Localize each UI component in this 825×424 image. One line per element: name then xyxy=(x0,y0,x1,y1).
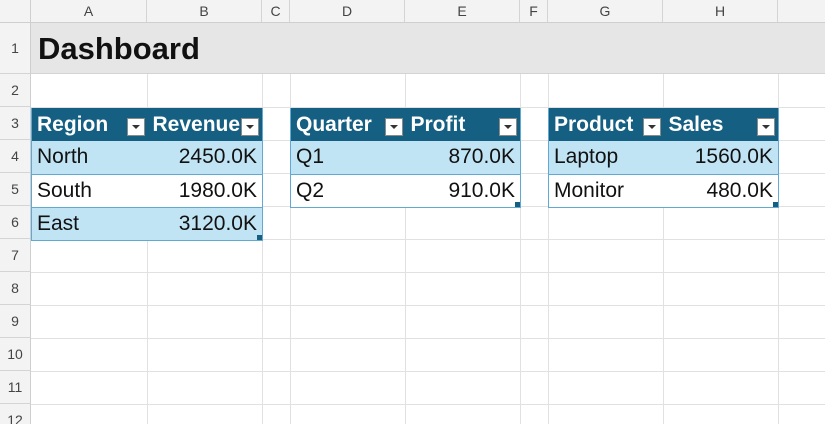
table-row: East 3120.0K xyxy=(31,207,263,241)
table-cell[interactable]: 3120.0K xyxy=(147,207,263,241)
column-header-a[interactable]: A xyxy=(31,0,147,23)
table-cell[interactable]: Laptop xyxy=(548,141,664,175)
row-header-2[interactable]: 2 xyxy=(0,74,31,107)
table-cell[interactable]: 480.0K xyxy=(663,174,779,208)
table-cell[interactable]: Monitor xyxy=(548,174,664,208)
filter-dropdown-button[interactable] xyxy=(241,118,259,136)
column-header-g[interactable]: G xyxy=(548,0,663,23)
quarter-profit-table: Quarter Profit Q1 870.0K Q2 910.0K xyxy=(290,108,521,208)
table-header-row: Quarter Profit xyxy=(290,108,521,141)
chevron-down-icon xyxy=(389,125,398,129)
table-cell[interactable]: 1980.0K xyxy=(147,174,263,208)
row-header-1[interactable]: 1 xyxy=(0,23,31,74)
header-profit[interactable]: Profit xyxy=(405,108,521,141)
table-row: Laptop 1560.0K xyxy=(548,141,779,175)
gridline xyxy=(31,404,825,405)
gridline xyxy=(31,338,825,339)
column-header-h[interactable]: H xyxy=(663,0,778,23)
header-region[interactable]: Region xyxy=(31,108,148,141)
header-quarter[interactable]: Quarter xyxy=(290,108,406,141)
table-row: Q1 870.0K xyxy=(290,141,521,175)
chevron-down-icon xyxy=(647,125,656,129)
table-row: Monitor 480.0K xyxy=(548,174,779,208)
column-header-b[interactable]: B xyxy=(147,0,262,23)
chevron-down-icon xyxy=(131,125,140,129)
row-header-6[interactable]: 6 xyxy=(0,206,31,239)
table-row: South 1980.0K xyxy=(31,174,263,208)
gridline xyxy=(31,305,825,306)
row-header-8[interactable]: 8 xyxy=(0,272,31,305)
table-resize-handle[interactable] xyxy=(515,202,520,207)
row-header-3[interactable]: 3 xyxy=(0,107,31,140)
row-header-11[interactable]: 11 xyxy=(0,371,31,404)
table-row: Q2 910.0K xyxy=(290,174,521,208)
table-cell[interactable]: 870.0K xyxy=(405,141,521,175)
filter-dropdown-button[interactable] xyxy=(384,118,403,136)
product-sales-table: Product Sales Laptop 1560.0K Monitor 480… xyxy=(548,108,779,208)
table-cell[interactable]: South xyxy=(31,174,148,208)
filter-dropdown-button[interactable] xyxy=(499,118,517,136)
row-header-9[interactable]: 9 xyxy=(0,305,31,338)
header-revenue[interactable]: Revenue xyxy=(147,108,263,141)
chevron-down-icon xyxy=(246,125,254,129)
table-header-row: Product Sales xyxy=(548,108,779,141)
filter-dropdown-button[interactable] xyxy=(642,118,661,136)
filter-dropdown-button[interactable] xyxy=(757,118,775,136)
table-resize-handle[interactable] xyxy=(257,235,262,240)
column-header-i[interactable] xyxy=(778,0,825,23)
dashboard-title-cell[interactable]: Dashboard xyxy=(38,29,200,69)
select-all-corner[interactable] xyxy=(0,0,31,23)
column-header-e[interactable]: E xyxy=(405,0,520,23)
chevron-down-icon xyxy=(504,125,512,129)
row-header-12[interactable]: 12 xyxy=(0,404,31,424)
table-cell[interactable]: 1560.0K xyxy=(663,141,779,175)
filter-dropdown-button[interactable] xyxy=(126,118,145,136)
row-header-4[interactable]: 4 xyxy=(0,140,31,173)
table-cell[interactable]: 2450.0K xyxy=(147,141,263,175)
table-row: North 2450.0K xyxy=(31,141,263,175)
table-cell[interactable]: Q2 xyxy=(290,174,406,208)
row-headers: 1 2 3 4 5 6 7 8 9 10 11 12 xyxy=(0,23,31,424)
gridline xyxy=(31,272,825,273)
column-header-d[interactable]: D xyxy=(290,0,405,23)
row-header-7[interactable]: 7 xyxy=(0,239,31,272)
table-cell[interactable]: Q1 xyxy=(290,141,406,175)
header-product[interactable]: Product xyxy=(548,108,664,141)
region-revenue-table: Region Revenue North 2450.0K South 1980.… xyxy=(31,108,263,241)
gridline xyxy=(31,371,825,372)
column-headers: A B C D E F G H xyxy=(31,0,825,23)
spreadsheet-grid[interactable]: A B C D E F G H 1 2 3 4 5 6 7 8 9 10 11 … xyxy=(0,0,825,424)
row-header-5[interactable]: 5 xyxy=(0,173,31,206)
table-cell[interactable]: East xyxy=(31,207,148,241)
column-header-c[interactable]: C xyxy=(262,0,290,23)
table-cell[interactable]: North xyxy=(31,141,148,175)
chevron-down-icon xyxy=(762,125,770,129)
column-header-f[interactable]: F xyxy=(520,0,548,23)
header-sales[interactable]: Sales xyxy=(663,108,779,141)
table-resize-handle[interactable] xyxy=(773,202,778,207)
table-cell[interactable]: 910.0K xyxy=(405,174,521,208)
table-header-row: Region Revenue xyxy=(31,108,263,141)
row-header-10[interactable]: 10 xyxy=(0,338,31,371)
